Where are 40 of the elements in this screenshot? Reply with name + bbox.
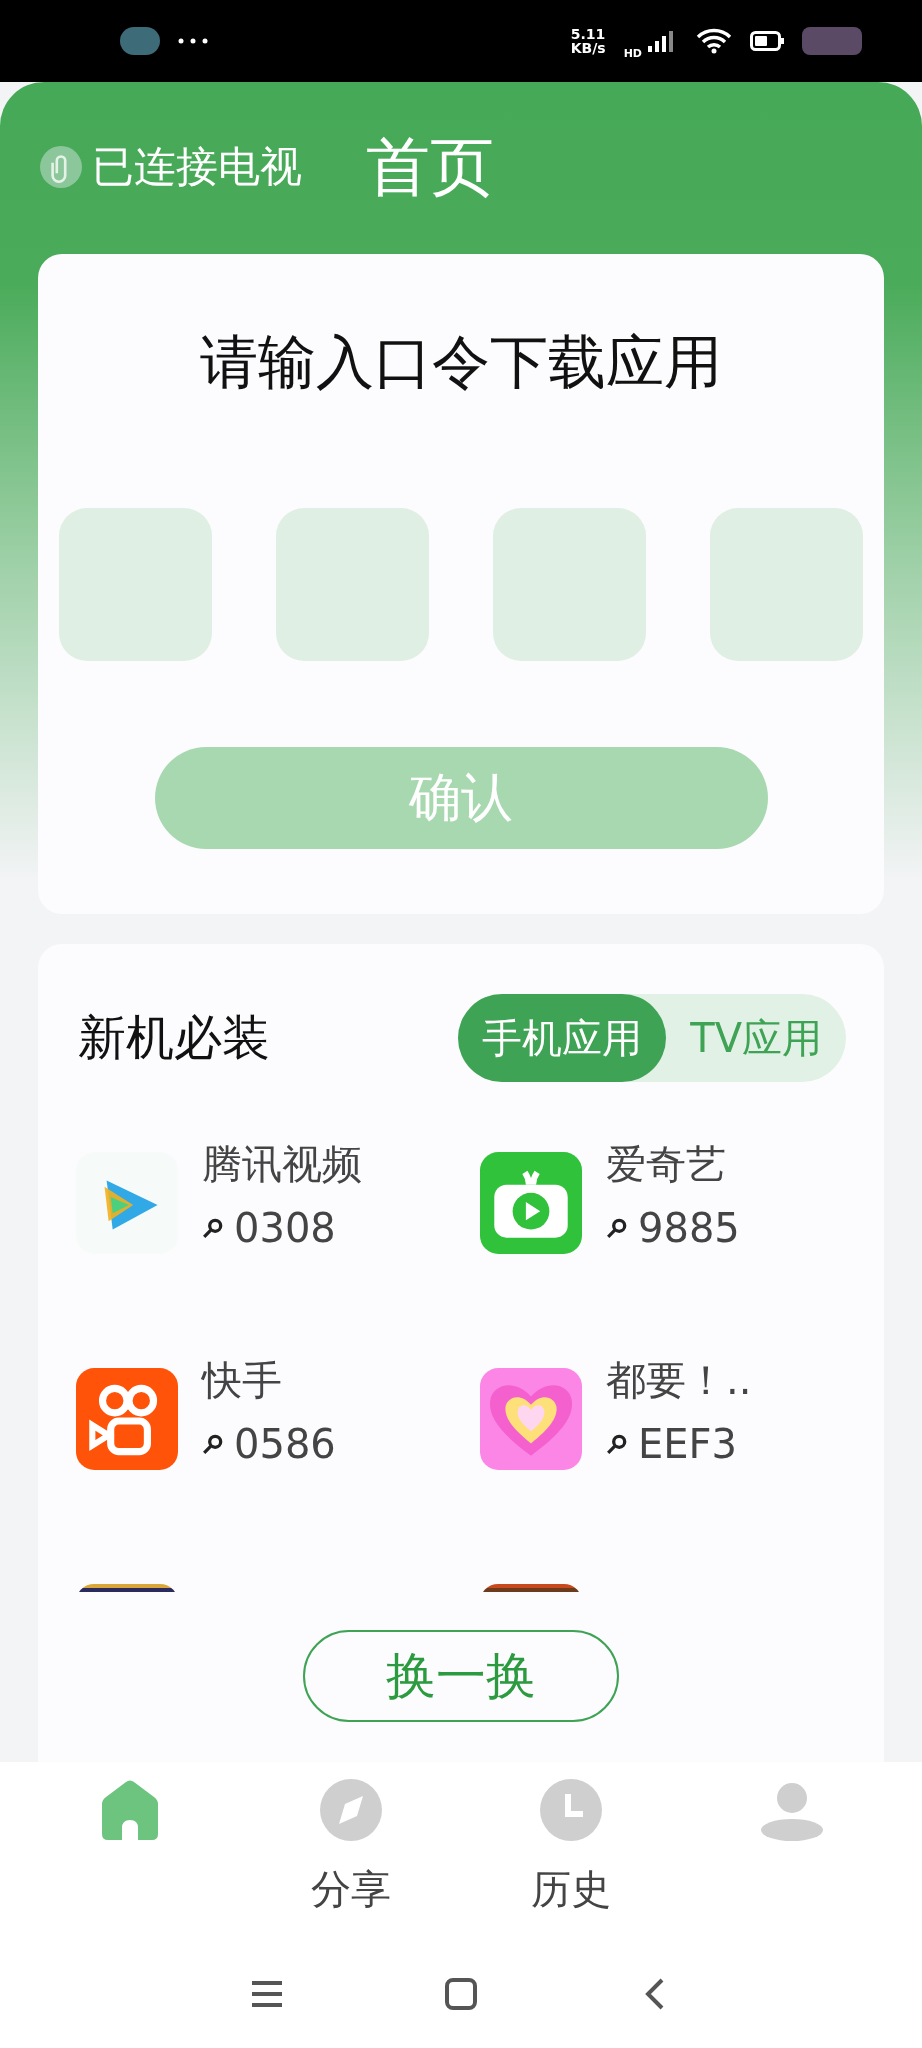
home-square-icon[interactable] — [444, 1977, 478, 2011]
code-input-field[interactable] — [493, 508, 646, 661]
key-icon — [202, 1433, 224, 1455]
app-name: 快手 — [202, 1358, 283, 1402]
key-icon — [606, 1433, 628, 1455]
wifi-icon — [696, 28, 732, 54]
app-code: 0586 — [234, 1422, 336, 1466]
camera-icon[interactable] — [76, 1368, 178, 1470]
nav-label[interactable]: 分享 — [310, 1862, 391, 1917]
refresh-button[interactable]: 换一换 — [303, 1630, 619, 1722]
clock-icon[interactable] — [539, 1778, 604, 1842]
network-type: HD — [623, 46, 642, 60]
key-icon — [202, 1217, 224, 1239]
notification-icon — [120, 27, 160, 55]
card-title: 请输入口令下载应用 — [200, 327, 722, 398]
tv-icon[interactable] — [480, 1152, 582, 1254]
app-name: 腾讯视频 — [202, 1142, 362, 1186]
speed-value: 5.11 — [570, 27, 606, 41]
app-name: 都要！.. — [606, 1358, 752, 1402]
battery-icon — [750, 31, 784, 51]
app-code: 0308 — [234, 1206, 336, 1250]
paperclip-icon — [40, 146, 82, 188]
play-icon[interactable] — [76, 1152, 178, 1254]
code-input-field[interactable] — [710, 508, 863, 661]
compass-icon[interactable] — [318, 1778, 383, 1842]
notification-icon — [802, 27, 862, 55]
app-code: EEF3 — [638, 1422, 737, 1466]
nav-label[interactable]: 历史 — [531, 1862, 612, 1917]
page-title: 首页 — [366, 128, 494, 206]
code-input-field[interactable] — [276, 508, 429, 661]
speed-unit: KB/s — [570, 41, 606, 55]
connection-status[interactable]: 已连接电视 — [92, 139, 302, 195]
tab[interactable]: 手机应用 — [458, 994, 667, 1082]
section-title: 新机必装 — [78, 1008, 270, 1067]
tab[interactable]: TV应用 — [666, 994, 846, 1082]
app-name: 爱奇艺 — [606, 1142, 727, 1186]
app-code: 9885 — [638, 1206, 740, 1250]
more-icon — [178, 38, 208, 44]
code-input-field[interactable] — [59, 508, 212, 661]
key-icon — [606, 1217, 628, 1239]
